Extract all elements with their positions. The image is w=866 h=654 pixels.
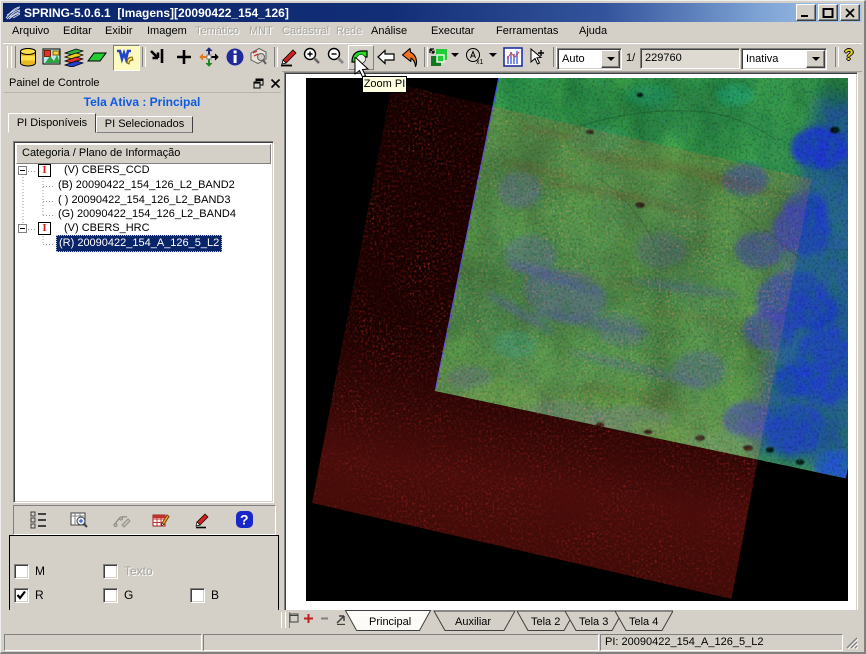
svg-text:Tela 3: Tela 3: [579, 616, 608, 628]
svg-text:Tela 2: Tela 2: [531, 616, 560, 628]
svg-text:x1: x1: [476, 59, 484, 66]
svg-text:Principal: Principal: [369, 616, 411, 628]
svg-text:?: ?: [240, 512, 249, 528]
svg-text:Auxiliar: Auxiliar: [455, 616, 491, 628]
svg-text:Tela 4: Tela 4: [629, 616, 658, 628]
